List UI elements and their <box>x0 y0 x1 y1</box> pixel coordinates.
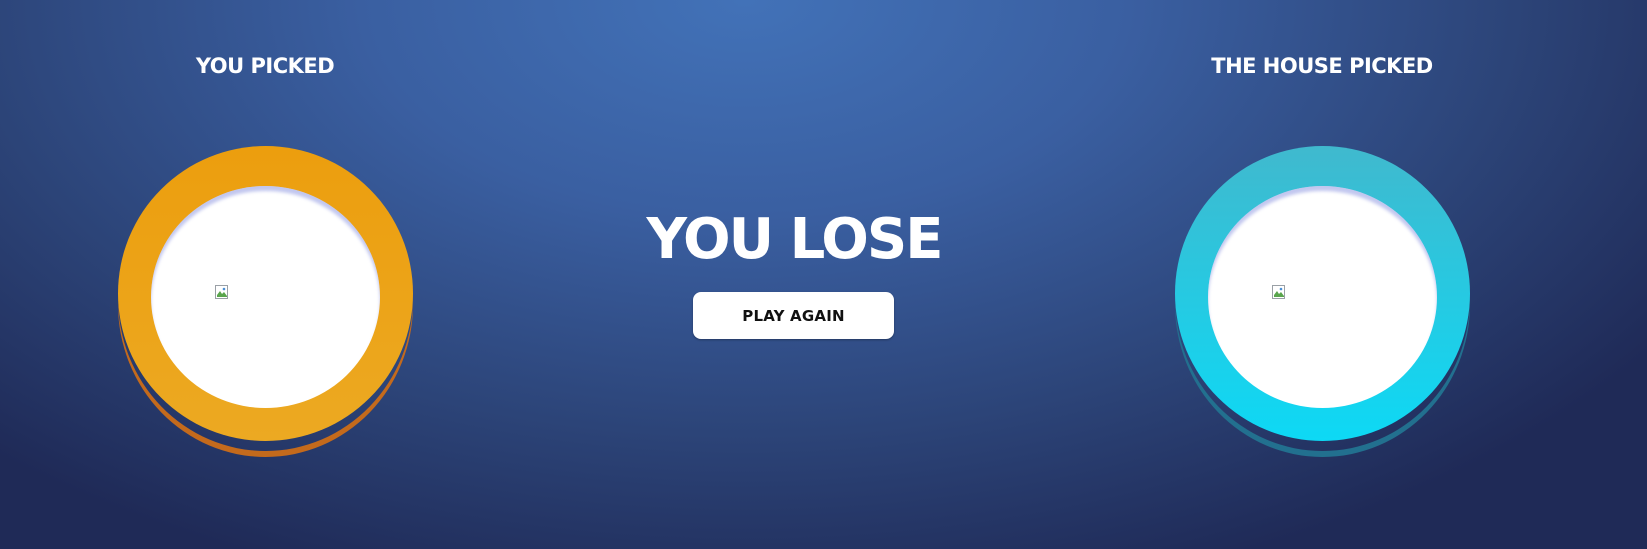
house-chip-face <box>1208 186 1437 408</box>
house-choice-chip <box>1175 146 1470 451</box>
play-again-button[interactable]: PLAY AGAIN <box>693 292 894 339</box>
house-pick-label: THE HOUSE PICKED <box>1211 54 1433 78</box>
result-heading: YOU LOSE <box>646 207 943 272</box>
player-chip-face <box>151 186 380 408</box>
player-choice-chip <box>118 146 413 451</box>
player-pick-label: YOU PICKED <box>195 54 335 78</box>
broken-image-icon <box>1272 285 1285 299</box>
broken-image-icon <box>215 285 228 299</box>
